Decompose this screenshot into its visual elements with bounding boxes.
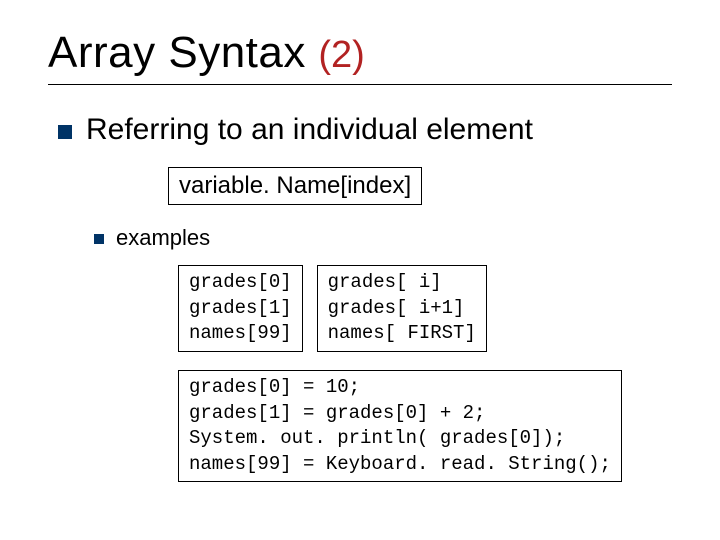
bullet-level2-text: examples xyxy=(116,225,210,251)
square-bullet-icon xyxy=(58,125,72,139)
examples-left-box: grades[0] grades[1] names[99] xyxy=(178,265,303,352)
slide-title-sub: (2) xyxy=(318,34,364,76)
statements-box: grades[0] = 10; grades[1] = grades[0] + … xyxy=(178,370,622,483)
title-line: Array Syntax (2) xyxy=(48,28,672,85)
bullet-level1: Referring to an individual element xyxy=(58,113,672,147)
syntax-box: variable. Name[index] xyxy=(168,167,422,205)
bullet-level1-text: Referring to an individual element xyxy=(86,113,533,147)
slide: Array Syntax (2) Referring to an individ… xyxy=(0,0,720,540)
examples-right-box: grades[ i] grades[ i+1] names[ FIRST] xyxy=(317,265,487,352)
syntax-box-wrap: variable. Name[index] xyxy=(48,161,672,205)
examples-row: grades[0] grades[1] names[99] grades[ i]… xyxy=(178,265,672,352)
square-bullet-icon xyxy=(94,234,104,244)
bullet-level2: examples xyxy=(94,225,672,251)
slide-title-main: Array Syntax xyxy=(48,28,306,77)
statements-wrap: grades[0] = 10; grades[1] = grades[0] + … xyxy=(48,352,672,483)
